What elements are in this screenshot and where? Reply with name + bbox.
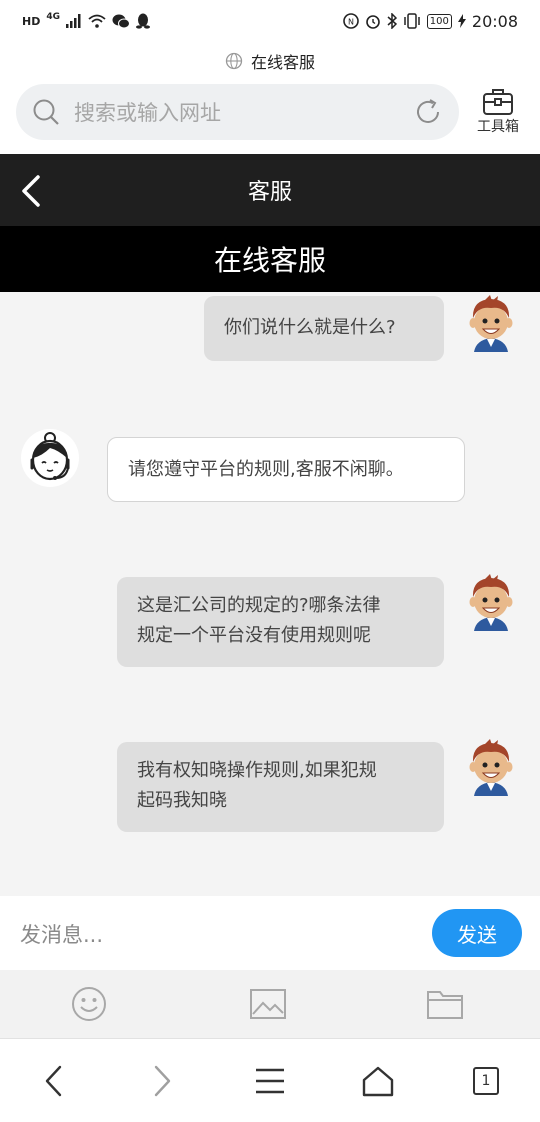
file-button[interactable] [425, 986, 465, 1022]
message-line: 规定一个平台没有使用规则呢 [137, 625, 371, 646]
network-type: 4G [46, 12, 60, 22]
message-input[interactable] [18, 914, 402, 956]
hd-indicator: HD [22, 14, 41, 28]
browser-bottom-nav: 1 [0, 1038, 540, 1122]
folder-icon [427, 991, 463, 1019]
status-left: HD 4G [22, 12, 150, 29]
chat-header: 在线客服 [0, 226, 540, 292]
chat-title: 在线客服 [213, 244, 326, 277]
message-line: 你们说什么就是什么? [224, 317, 396, 338]
message-line: 我有权知晓操作规则,如果犯规 [137, 760, 377, 781]
message-bubble: 这是汇公司的规定的?哪条法律 规定一个平台没有使用规则呢 [117, 577, 444, 667]
nav-forward-button[interactable] [142, 1061, 182, 1101]
nav-home-button[interactable] [358, 1061, 398, 1101]
service-avatar [21, 429, 79, 487]
bluetooth-icon [387, 13, 397, 29]
image-icon [250, 989, 286, 1019]
refresh-icon[interactable] [413, 97, 443, 127]
wifi-icon [88, 14, 106, 28]
message-bubble: 请您遵守平台的规则,客服不闲聊。 [107, 437, 465, 502]
wechat-icon [112, 14, 130, 28]
menu-icon [256, 1068, 284, 1094]
attachment-toolbar [0, 970, 540, 1038]
nav-back-button[interactable] [34, 1061, 74, 1101]
toolbox-label: 工具箱 [477, 119, 519, 135]
toolbox-button[interactable]: 工具箱 [470, 86, 526, 144]
back-arrow-icon[interactable] [18, 174, 48, 208]
home-icon [362, 1066, 394, 1097]
status-bar: HD 4G N 100 20:08 [0, 0, 540, 42]
search-placeholder: 搜索或输入网址 [74, 101, 221, 125]
nav-menu-button[interactable] [250, 1061, 290, 1101]
chevron-right-icon [154, 1065, 171, 1097]
address-bar-row: 搜索或输入网址 工具箱 [0, 84, 540, 144]
app-title: 客服 [247, 180, 292, 205]
status-right: N 100 20:08 [342, 11, 518, 31]
message-bubble: 我有权知晓操作规则,如果犯规 起码我知晓 [117, 742, 444, 832]
nfc-icon: N [342, 13, 359, 29]
clock: 20:08 [471, 11, 518, 31]
message-line: 请您遵守平台的规则,客服不闲聊。 [128, 459, 404, 480]
user-avatar [469, 295, 513, 352]
chat-area[interactable]: 你们说什么就是什么? 请您遵守平台的规则,客服不闲聊。 这是汇公司的规定的?哪条… [0, 292, 540, 896]
globe-icon [225, 52, 243, 70]
message-line: 这是汇公司的规定的?哪条法律 [137, 595, 381, 616]
emoji-icon [72, 987, 106, 1021]
toolbox-icon [483, 89, 513, 115]
charging-icon [457, 14, 466, 28]
app-header: 客服 [0, 154, 540, 226]
send-button[interactable]: 发送 [432, 909, 522, 957]
page-title-text: 在线客服 [250, 53, 315, 72]
image-button[interactable] [248, 986, 288, 1022]
signal-icon [66, 14, 81, 28]
battery-indicator: 100 [426, 13, 452, 29]
svg-text:N: N [348, 18, 354, 27]
vibrate-icon [404, 13, 420, 29]
qq-icon [136, 13, 150, 29]
nav-tabs-button[interactable]: 1 [466, 1061, 506, 1101]
tab-count: 1 [473, 1067, 499, 1095]
user-avatar [469, 574, 513, 631]
browser-page-title: 在线客服 [0, 44, 540, 78]
search-icon [33, 99, 59, 125]
alarm-icon [365, 15, 380, 29]
chevron-left-icon [45, 1065, 62, 1097]
composer-bar: 发送 [0, 896, 540, 970]
user-avatar [469, 739, 513, 796]
emoji-button[interactable] [69, 986, 109, 1022]
message-line: 起码我知晓 [137, 790, 227, 811]
address-bar[interactable]: 搜索或输入网址 [16, 84, 459, 140]
message-bubble: 你们说什么就是什么? [204, 296, 444, 361]
